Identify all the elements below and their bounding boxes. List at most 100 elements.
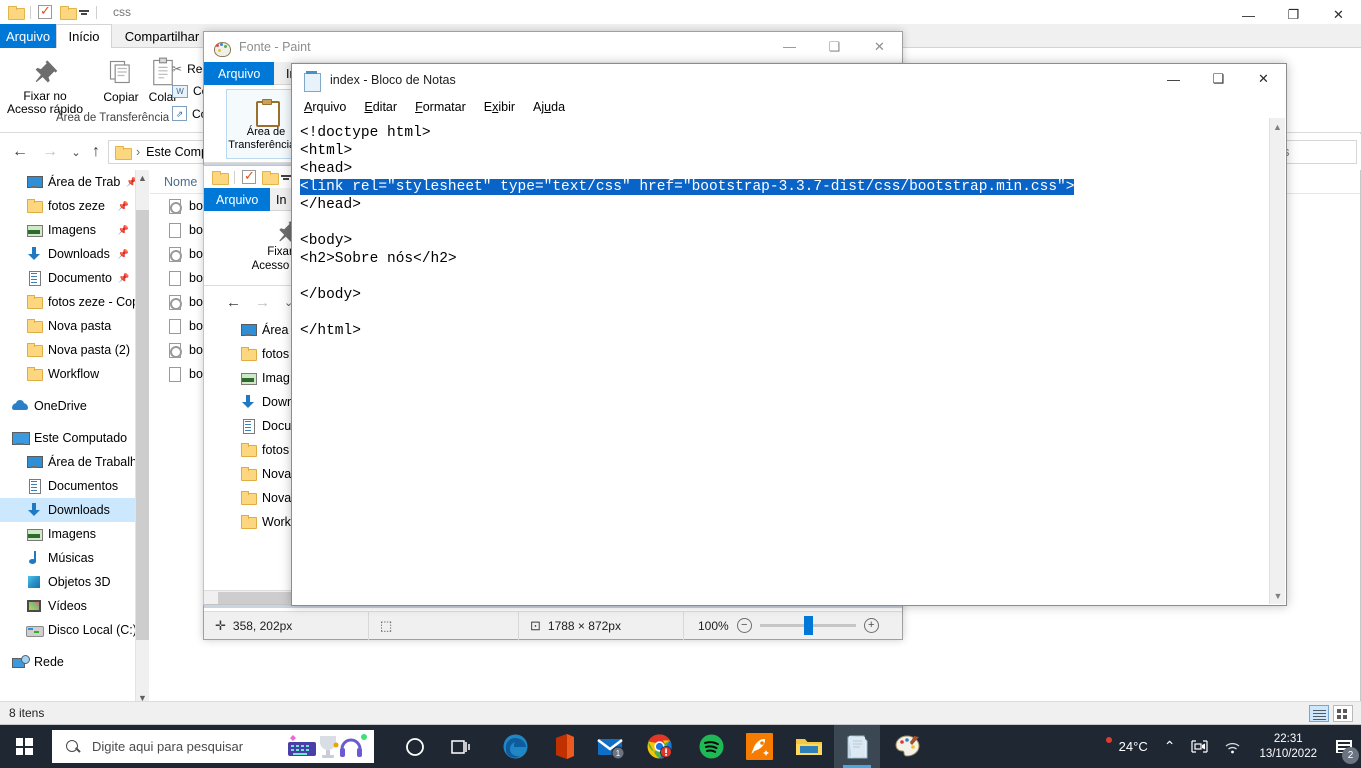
back-button[interactable]: ←	[226, 294, 241, 311]
chevron-down-icon[interactable]	[79, 9, 89, 15]
camera-tray-icon[interactable]	[1183, 725, 1216, 768]
folder-icon[interactable]	[8, 6, 25, 20]
network-tray-icon[interactable]	[1216, 725, 1249, 768]
forward-button[interactable]: →	[40, 142, 60, 162]
scrollbar-thumb[interactable]	[136, 210, 149, 640]
recent-locations-icon[interactable]: ⌄	[66, 142, 86, 162]
forward-button[interactable]: →	[255, 294, 270, 311]
nav-item-downloads[interactable]: Downloads	[0, 498, 135, 522]
nav-item-workflow[interactable]: Workflow	[0, 362, 135, 386]
spotify-icon[interactable]	[688, 725, 734, 768]
zoom-slider-thumb[interactable]	[803, 616, 813, 635]
weather-widget[interactable]: 24°C	[1086, 725, 1156, 768]
nav-item-fotos-zeze[interactable]: fotos zeze 📌	[0, 194, 135, 218]
nav-item-objetos-3d[interactable]: Objetos 3D	[0, 570, 135, 594]
menu-editar[interactable]: Editar	[364, 100, 397, 114]
back-button[interactable]: ←	[10, 142, 30, 162]
explorer-titlebar[interactable]: css — ❐ ✕ ? ⌃	[0, 0, 1361, 44]
item-count-label: 8 itens	[9, 706, 45, 720]
nav-item-label: Imag	[262, 371, 290, 385]
office-icon[interactable]	[540, 725, 586, 768]
paint-titlebar[interactable]: Fonte - Paint — ❑ ✕	[204, 32, 902, 62]
notepad-text-area[interactable]: <!doctype html> <html> <head> <link rel="st…	[293, 118, 1271, 604]
show-hidden-icons-button[interactable]: ⌃	[1156, 725, 1184, 768]
notification-center-button[interactable]: 2	[1327, 725, 1361, 768]
properties-icon[interactable]	[38, 3, 52, 19]
zoom-slider[interactable]	[759, 616, 856, 635]
nav-item-rea-de-trab[interactable]: Área de Trab 📌	[0, 170, 135, 194]
pin-icon[interactable]: 📌	[118, 249, 129, 260]
minimize-button[interactable]: —	[1151, 64, 1196, 94]
menu-exibir[interactable]: Exibir	[484, 100, 515, 114]
tab-compartilhar[interactable]: Compartilhar	[112, 24, 212, 48]
nav-item-imagens[interactable]: Imagens	[0, 522, 135, 546]
clock-date: 13/10/2022	[1259, 747, 1317, 760]
nav-item-documento[interactable]: Documento 📌	[0, 266, 135, 290]
zoom-in-button[interactable]: +	[863, 618, 879, 633]
nav-item-disco-local-c[interactable]: Disco Local (C:)	[0, 618, 135, 642]
paint-taskbar-icon[interactable]	[884, 725, 930, 768]
nav-item-downloads[interactable]: Downloads 📌	[0, 242, 135, 266]
close-button[interactable]: ✕	[857, 32, 902, 61]
pin-to-quick-access-button[interactable]: Fixar no Acesso rápido	[2, 54, 88, 116]
clock[interactable]: 22:31 13/10/2022	[1249, 732, 1327, 762]
close-button[interactable]: ✕	[1241, 64, 1286, 94]
chevron-down-icon[interactable]	[281, 174, 291, 180]
tab-arquivo[interactable]: Arquivo	[0, 24, 56, 48]
edge-icon[interactable]	[492, 725, 538, 768]
tab-arquivo[interactable]: Arquivo	[204, 62, 275, 85]
tab-arquivo[interactable]: Arquivo	[204, 188, 271, 211]
chrome-icon[interactable]	[636, 725, 682, 768]
details-view-button[interactable]	[1309, 705, 1329, 722]
menu-arquivo[interactable]: Arquivo	[304, 100, 346, 114]
nav-item-imagens[interactable]: Imagens 📌	[0, 218, 135, 242]
new-folder-icon[interactable]	[60, 6, 77, 20]
nav-item-onedrive[interactable]: OneDrive	[0, 394, 135, 418]
nav-item-nova-pasta[interactable]: Nova pasta	[0, 314, 135, 338]
scroll-up-icon[interactable]: ▲	[136, 170, 149, 186]
nav-item-label: Work	[262, 515, 291, 529]
nav-item-label: Músicas	[48, 551, 94, 565]
nav-item-rede[interactable]: Rede	[0, 650, 135, 674]
task-view-icon[interactable]	[438, 725, 484, 768]
nav-item-nova-pasta-2[interactable]: Nova pasta (2)	[0, 338, 135, 362]
menu-formatar[interactable]: Formatar	[415, 100, 466, 114]
tab-inicio[interactable]: In	[270, 188, 292, 211]
maximize-button[interactable]: ❑	[1196, 64, 1241, 94]
nav-item-este-computado[interactable]: Este Computado	[0, 426, 135, 450]
scroll-down-icon[interactable]: ▼	[1270, 587, 1286, 604]
new-folder-icon[interactable]	[262, 171, 279, 185]
nav-item-m-sicas[interactable]: Músicas	[0, 546, 135, 570]
nav-item-fotos-zeze-cop[interactable]: fotos zeze - Cop	[0, 290, 135, 314]
pin-icon[interactable]: 📌	[126, 177, 135, 188]
cortana-icon[interactable]	[392, 725, 438, 768]
folder-icon[interactable]	[212, 171, 229, 185]
pin-icon[interactable]: 📌	[118, 225, 129, 236]
taskbar-search-box[interactable]: Digite aqui para pesquisar	[52, 730, 374, 763]
mail-icon[interactable]: 1	[588, 725, 634, 768]
up-button[interactable]: ↑	[86, 142, 106, 162]
code-line: <h2>Sobre nós</h2>	[300, 251, 457, 267]
scroll-up-icon[interactable]: ▲	[1270, 118, 1285, 135]
properties-icon[interactable]	[242, 168, 256, 184]
maximize-button[interactable]: ❑	[812, 32, 857, 61]
pin-icon[interactable]: 📌	[118, 273, 129, 284]
pin-icon[interactable]: 📌	[118, 201, 129, 212]
menu-ajuda[interactable]: Ajuda	[533, 100, 565, 114]
nav-item-v-deos[interactable]: Vídeos	[0, 594, 135, 618]
gear-file-icon	[166, 246, 182, 262]
tab-inicio[interactable]: Início	[56, 24, 112, 48]
navigation-scrollbar[interactable]: ▲ ▼	[136, 170, 149, 706]
notepad-vertical-scrollbar[interactable]: ▲ ▼	[1269, 118, 1285, 604]
nav-item-documentos[interactable]: Documentos	[0, 474, 135, 498]
documents-icon	[240, 418, 256, 434]
notepad-taskbar-icon[interactable]	[834, 725, 880, 768]
minimize-button[interactable]: —	[767, 32, 812, 61]
rocket-icon[interactable]	[736, 725, 782, 768]
start-button[interactable]	[0, 725, 48, 768]
notepad-titlebar[interactable]: index - Bloco de Notas — ❑ ✕	[292, 64, 1286, 96]
file-explorer-icon[interactable]	[786, 725, 832, 768]
nav-item-rea-de-trabalh[interactable]: Área de Trabalh	[0, 450, 135, 474]
zoom-out-button[interactable]: −	[736, 618, 752, 633]
large-icons-view-button[interactable]	[1333, 705, 1353, 722]
